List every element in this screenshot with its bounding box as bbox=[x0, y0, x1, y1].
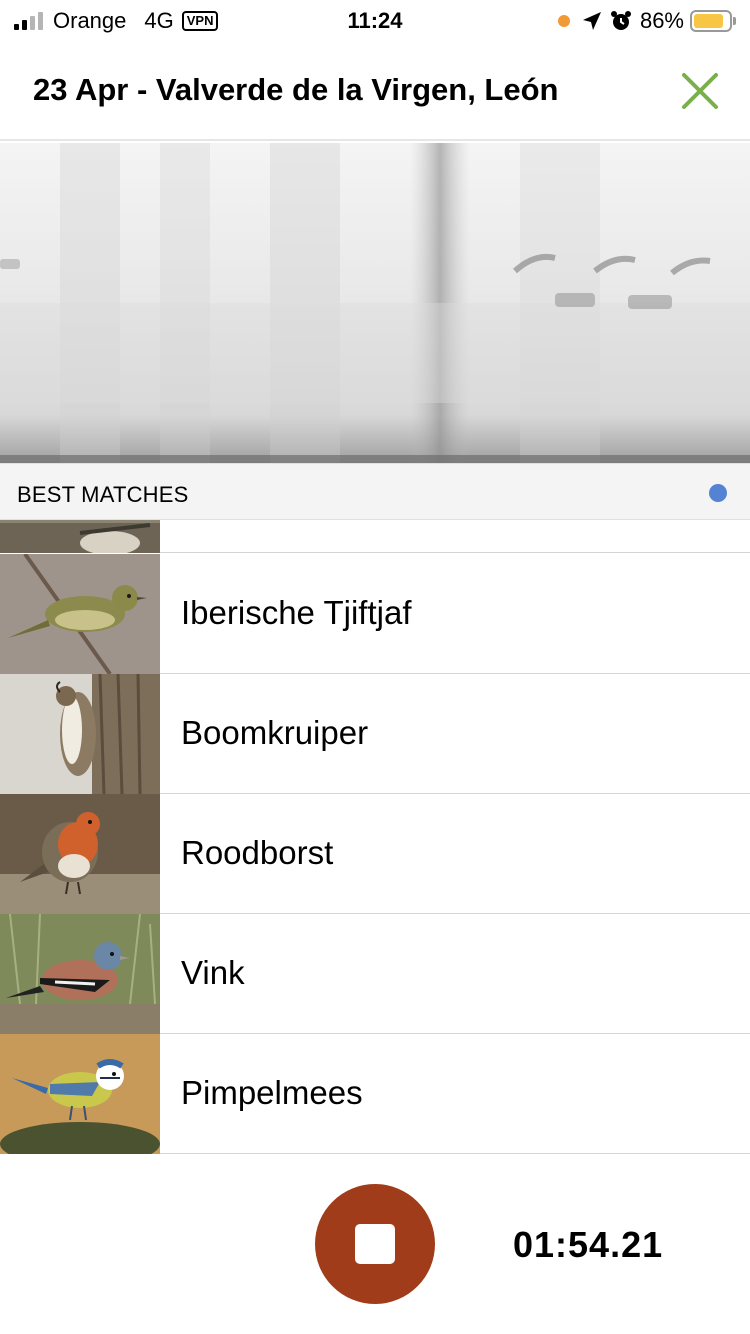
bird-thumbnail bbox=[0, 554, 160, 674]
list-item[interactable]: Pimpelmees bbox=[0, 1034, 750, 1154]
orange-dot-icon bbox=[557, 15, 570, 27]
best-matches-header: BEST MATCHES bbox=[0, 463, 750, 520]
battery-percent: 86% bbox=[639, 8, 684, 33]
bird-thumbnail bbox=[0, 520, 160, 553]
header: 23 Apr - Valverde de la Virgen, León bbox=[0, 40, 750, 141]
section-title: BEST MATCHES bbox=[17, 482, 189, 507]
list-item[interactable] bbox=[0, 520, 750, 553]
bird-thumbnail bbox=[0, 674, 160, 794]
spectrogram bbox=[0, 143, 750, 463]
bird-thumbnail bbox=[0, 914, 160, 1034]
location-arrow-icon bbox=[582, 11, 602, 31]
species-name: Roodborst bbox=[181, 834, 334, 871]
list-item[interactable]: Iberische Tjiftjaf bbox=[0, 554, 750, 674]
species-name: Boomkruiper bbox=[181, 714, 369, 751]
list-item[interactable]: Boomkruiper bbox=[0, 674, 750, 794]
page-title: 23 Apr - Valverde de la Virgen, León bbox=[33, 72, 559, 107]
recording-timer: 01:54.21 bbox=[513, 1224, 664, 1265]
species-name: Pimpelmees bbox=[181, 1074, 363, 1111]
status-bar: Orange 4G VPN 11:24 86% bbox=[0, 0, 750, 40]
list-item[interactable]: Roodborst bbox=[0, 794, 750, 914]
bird-thumbnail bbox=[0, 1034, 160, 1154]
species-name: Vink bbox=[181, 954, 245, 991]
list-item[interactable]: Vink bbox=[0, 914, 750, 1034]
stop-recording-button[interactable] bbox=[315, 1184, 435, 1304]
close-button[interactable] bbox=[680, 71, 720, 111]
species-name: Iberische Tjiftjaf bbox=[181, 594, 412, 631]
alarm-icon bbox=[610, 10, 632, 32]
stop-icon bbox=[355, 1224, 395, 1264]
indicator-dot-icon bbox=[709, 484, 727, 502]
matches-list: Iberische Tjiftjaf Boomkruiper Roodborst… bbox=[0, 520, 750, 1154]
bird-thumbnail bbox=[0, 794, 160, 914]
close-icon[interactable] bbox=[680, 71, 720, 111]
battery-icon bbox=[690, 10, 736, 32]
